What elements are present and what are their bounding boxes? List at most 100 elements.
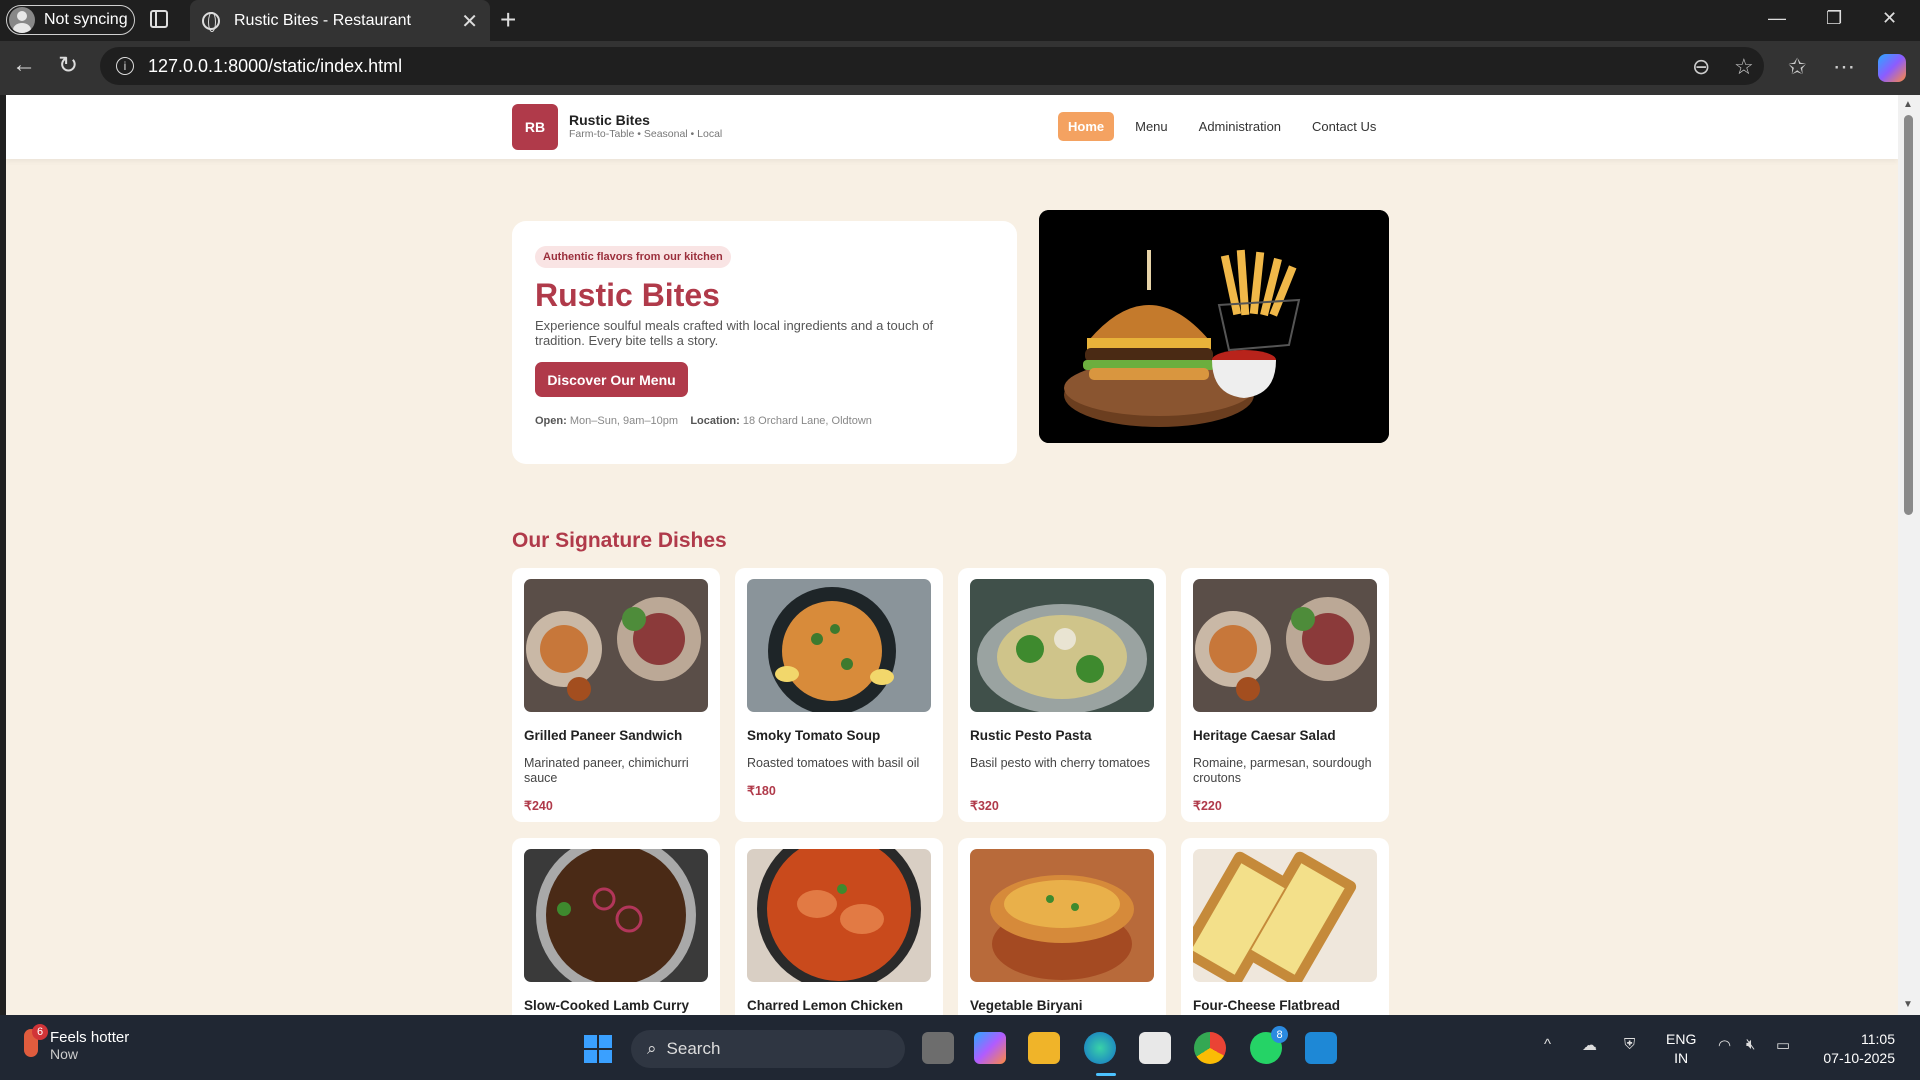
hero-pill: Authentic flavors from our kitchen bbox=[535, 246, 731, 268]
profile-avatar-icon bbox=[9, 7, 35, 33]
onedrive-icon[interactable]: ☁ bbox=[1582, 1036, 1597, 1054]
signature-dishes-title: Our Signature Dishes bbox=[512, 529, 727, 552]
dish-name: Four-Cheese Flatbread bbox=[1193, 998, 1341, 1013]
dish-image bbox=[524, 579, 708, 712]
vscode-icon[interactable] bbox=[1305, 1032, 1337, 1064]
nav-contact-us[interactable]: Contact Us bbox=[1302, 112, 1386, 141]
edge-active-indicator bbox=[1096, 1073, 1116, 1076]
dish-card[interactable]: Smoky Tomato Soup Roasted tomatoes with … bbox=[735, 568, 943, 822]
copilot-taskbar-icon[interactable] bbox=[974, 1032, 1006, 1064]
back-icon[interactable]: ← bbox=[12, 51, 36, 79]
copilot-icon[interactable] bbox=[1878, 54, 1906, 82]
dish-name: Charred Lemon Chicken bbox=[747, 998, 904, 1013]
scroll-down-icon[interactable]: ▼ bbox=[1903, 999, 1913, 1010]
dish-price: ₹320 bbox=[970, 799, 999, 813]
battery-icon[interactable]: ▭ bbox=[1776, 1036, 1790, 1054]
dish-image bbox=[970, 579, 1154, 712]
more-menu-icon[interactable]: ⋯ bbox=[1833, 54, 1855, 80]
discover-menu-button[interactable]: Discover Our Menu bbox=[535, 362, 688, 397]
dish-card[interactable]: Vegetable Biryani bbox=[958, 838, 1166, 1015]
search-label: Search bbox=[666, 1039, 721, 1058]
dish-name: Rustic Pesto Pasta bbox=[970, 728, 1092, 743]
dish-card[interactable]: Charred Lemon Chicken bbox=[735, 838, 943, 1015]
weather-badge: 6 bbox=[32, 1024, 48, 1040]
favorite-star-icon[interactable]: ☆ bbox=[1734, 54, 1754, 80]
zoom-out-icon[interactable]: ⊖ bbox=[1692, 54, 1710, 80]
location-value: 18 Orchard Lane, Oldtown bbox=[742, 415, 872, 427]
dish-name: Grilled Paneer Sandwich bbox=[524, 728, 683, 743]
logo[interactable]: RB bbox=[512, 104, 558, 150]
hero-meta: Open: Mon–Sun, 9am–10pm Location: 18 Orc… bbox=[535, 415, 872, 427]
dish-name: Heritage Caesar Salad bbox=[1193, 728, 1336, 743]
task-view-icon[interactable] bbox=[922, 1032, 954, 1064]
hero-burger-image bbox=[1039, 210, 1389, 443]
dish-image bbox=[747, 849, 931, 982]
volume-muted-icon[interactable]: 🔇︎ bbox=[1746, 1036, 1755, 1053]
nav-home[interactable]: Home bbox=[1058, 112, 1115, 141]
dish-name: Vegetable Biryani bbox=[970, 998, 1083, 1013]
language-indicator[interactable]: ENG IN bbox=[1666, 1030, 1696, 1068]
dish-card[interactable]: Slow-Cooked Lamb Curry bbox=[512, 838, 720, 1015]
dish-description: Romaine, parmesan, sourdough croutons bbox=[1193, 756, 1372, 785]
weather-sub: Now bbox=[50, 1046, 79, 1062]
chrome-icon[interactable] bbox=[1194, 1032, 1226, 1064]
site-header: RB Rustic Bites Farm-to-Table • Seasonal… bbox=[6, 95, 1898, 159]
favorites-icon[interactable]: ✩ bbox=[1788, 54, 1806, 80]
page-scrollbar[interactable]: ▲ ▼ bbox=[1898, 95, 1920, 1015]
open-value: Mon–Sun, 9am–10pm bbox=[569, 415, 679, 427]
security-icon[interactable]: ⛨ bbox=[1624, 1036, 1635, 1053]
dish-description: Roasted tomatoes with basil oil bbox=[747, 756, 920, 770]
hero-card: Authentic flavors from our kitchen Rusti… bbox=[512, 221, 1017, 464]
scrollbar-thumb[interactable] bbox=[1904, 115, 1913, 515]
site-info-icon[interactable]: i bbox=[116, 57, 134, 75]
clock-date: 07-10-2025 bbox=[1823, 1050, 1895, 1066]
dish-image bbox=[970, 849, 1154, 982]
browser-tab[interactable]: Rustic Bites - Restaurant ✕ bbox=[190, 0, 490, 41]
dish-price: ₹180 bbox=[747, 784, 776, 798]
open-label: Open: bbox=[535, 415, 567, 427]
edge-icon[interactable] bbox=[1084, 1032, 1116, 1064]
dish-card[interactable]: Grilled Paneer Sandwich Marinated paneer… bbox=[512, 568, 720, 822]
dish-price: ₹240 bbox=[524, 799, 553, 813]
search-icon: ⌕ bbox=[647, 1039, 657, 1058]
dish-image bbox=[524, 849, 708, 982]
whatsapp-icon[interactable]: 8 bbox=[1250, 1026, 1288, 1064]
main-nav: Home Menu Administration Contact Us bbox=[1058, 112, 1397, 141]
nav-administration[interactable]: Administration bbox=[1189, 112, 1291, 141]
profile-button[interactable]: Not syncing bbox=[6, 5, 135, 35]
hero-description: Experience soulful meals crafted with lo… bbox=[535, 318, 934, 348]
dish-price: ₹220 bbox=[1193, 799, 1222, 813]
dish-image bbox=[1193, 849, 1377, 982]
weather-widget[interactable]: 6 Feels hotter Now bbox=[24, 1024, 129, 1062]
close-window-icon[interactable]: ✕ bbox=[1882, 8, 1897, 29]
refresh-icon[interactable]: ↻ bbox=[58, 51, 78, 80]
lang-top: ENG bbox=[1666, 1031, 1697, 1047]
store-icon[interactable] bbox=[1139, 1032, 1171, 1064]
tray-overflow-icon[interactable]: ^ bbox=[1544, 1036, 1551, 1053]
restore-icon[interactable]: ❐ bbox=[1826, 8, 1842, 29]
dish-description: Basil pesto with cherry tomatoes bbox=[970, 756, 1150, 770]
close-tab-icon[interactable]: ✕ bbox=[461, 9, 478, 34]
new-tab-icon[interactable]: + bbox=[500, 4, 516, 36]
brand-name: Rustic Bites bbox=[569, 112, 650, 128]
hero-title: Rustic Bites bbox=[535, 277, 720, 313]
start-icon[interactable] bbox=[584, 1035, 612, 1063]
tab-actions-icon[interactable] bbox=[150, 10, 168, 28]
file-explorer-icon[interactable] bbox=[1028, 1032, 1060, 1064]
dish-card[interactable]: Four-Cheese Flatbread bbox=[1181, 838, 1389, 1015]
dish-card[interactable]: Rustic Pesto Pasta Basil pesto with cher… bbox=[958, 568, 1166, 822]
dish-image bbox=[747, 579, 931, 712]
browser-tab-bar: Not syncing Rustic Bites - Restaurant ✕ … bbox=[0, 0, 1920, 41]
taskbar-search[interactable]: ⌕ Search bbox=[631, 1030, 905, 1068]
dish-card[interactable]: Heritage Caesar Salad Romaine, parmesan,… bbox=[1181, 568, 1389, 822]
brand-tagline: Farm-to-Table • Seasonal • Local bbox=[569, 128, 723, 140]
location-label: Location: bbox=[690, 415, 740, 427]
minimize-icon[interactable]: — bbox=[1768, 8, 1786, 29]
clock[interactable]: 11:05 07-10-2025 bbox=[1823, 1030, 1895, 1068]
nav-menu[interactable]: Menu bbox=[1125, 112, 1178, 141]
taskbar: 6 Feels hotter Now ⌕ Search 8 ^ ☁ ⛨ ENG … bbox=[0, 1015, 1920, 1080]
globe-icon bbox=[202, 11, 220, 32]
wifi-icon[interactable]: ◠ bbox=[1718, 1036, 1731, 1054]
scroll-up-icon[interactable]: ▲ bbox=[1903, 99, 1913, 110]
url-field[interactable]: i 127.0.0.1:8000/static/index.html bbox=[100, 47, 1764, 85]
